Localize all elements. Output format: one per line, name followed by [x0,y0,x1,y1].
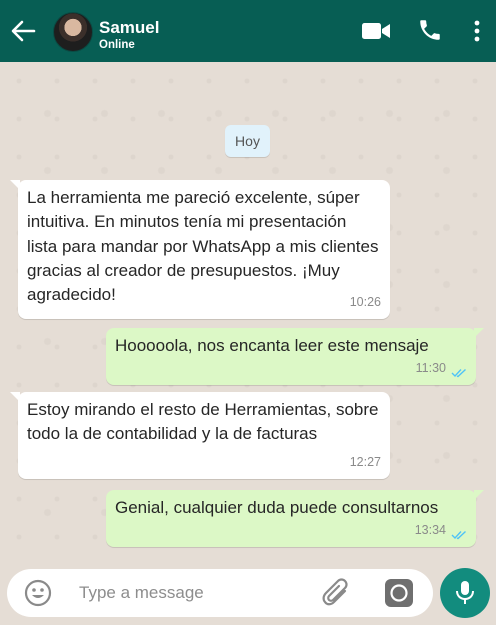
avatar[interactable] [53,12,93,52]
message-text: Genial, cualquier duda puede consultarno… [115,498,439,517]
message-bubble-outgoing[interactable]: Hooooola, nos encanta leer este mensaje … [106,328,484,385]
message-input[interactable] [79,580,309,606]
message-time: 12:27 [349,454,381,469]
message-list[interactable]: Hoy La herramienta me pareció excelente,… [0,62,496,564]
more-vertical-icon[interactable] [470,19,484,43]
message-bubble-incoming[interactable]: Estoy mirando el resto de Herramientas, … [10,392,390,479]
microphone-icon [456,581,474,604]
read-ticks-icon [451,530,466,540]
message-bubble-outgoing[interactable]: Genial, cualquier duda puede consultarno… [106,490,484,547]
message-text: Estoy mirando el resto de Herramientas, … [27,400,379,444]
contact-name[interactable]: Samuel [99,18,159,38]
read-ticks-icon [451,368,466,378]
video-call-icon[interactable] [362,22,390,40]
contact-status: Online [99,39,135,51]
message-text: La herramienta me pareció excelente, súp… [27,188,379,305]
back-arrow-icon[interactable] [9,17,37,45]
camera-icon[interactable] [384,578,414,608]
message-composer [7,569,433,617]
microphone-button[interactable] [440,568,490,618]
attach-icon[interactable] [321,577,351,609]
phone-call-icon[interactable] [417,17,443,43]
chat-header: Samuel Online [0,0,496,62]
message-time: 10:26 [349,294,381,309]
message-time: 13:34 [414,522,446,537]
message-bubble-incoming[interactable]: La herramienta me pareció excelente, súp… [10,180,390,319]
emoji-icon[interactable] [24,579,52,607]
message-time: 11:30 [415,360,446,375]
date-chip: Hoy [225,125,270,157]
message-text: Hooooola, nos encanta leer este mensaje [115,336,429,355]
